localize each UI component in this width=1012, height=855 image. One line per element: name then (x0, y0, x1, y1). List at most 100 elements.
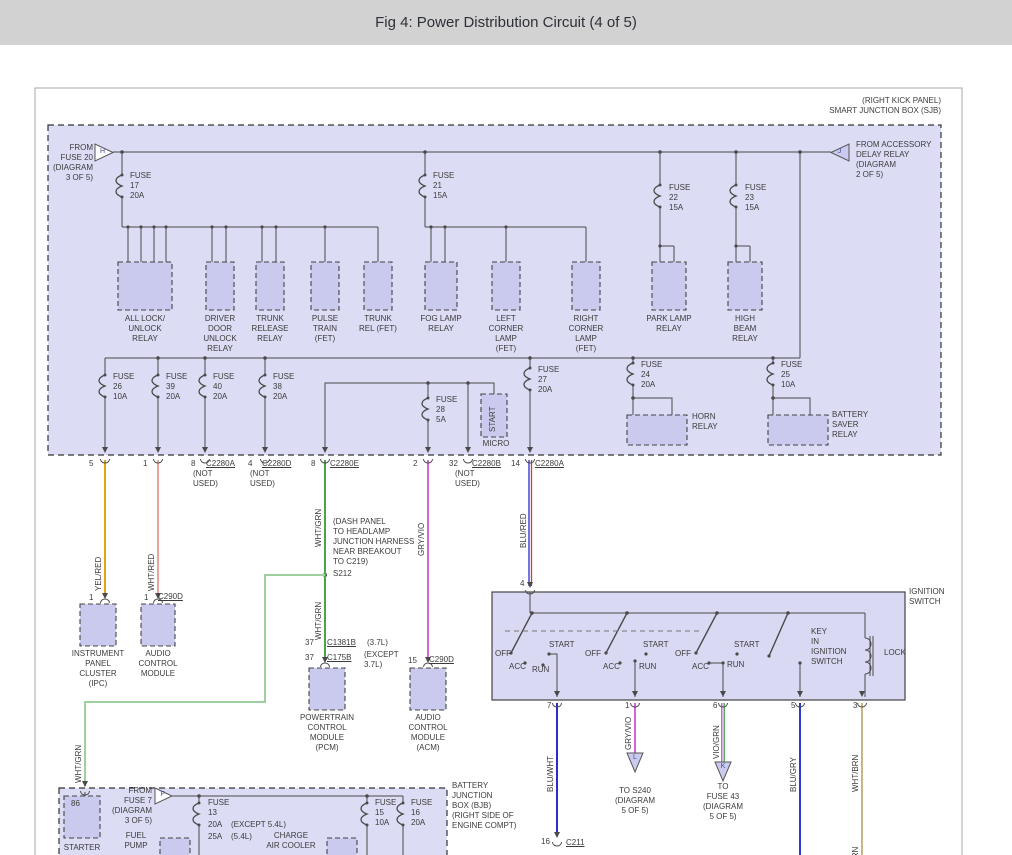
pin-4: 4 (248, 459, 252, 469)
triangle-f-letter: F (156, 791, 169, 798)
conn-c2280a-2: C2280A (535, 459, 564, 469)
pcm-pin-a: 37 (305, 638, 314, 648)
ign-pin-1: 1 (625, 701, 629, 711)
relay-horn-label: HORN RELAY (692, 412, 718, 432)
wiring-diagram-page: Fig 4: Power Distribution Circuit (4 of … (0, 0, 1012, 855)
ign-run-3: RUN (727, 660, 744, 670)
ign-off-2: OFF (585, 649, 601, 659)
micro-label: MICRO (477, 439, 515, 449)
triangle-j-letter: J (833, 148, 846, 155)
relay-high-beam-label: HIGH BEAM RELAY (715, 314, 775, 344)
fuse-13-amp-a-note: (EXCEPT 5.4L) (231, 820, 286, 830)
ipc-pin: 1 (89, 593, 93, 603)
fuse-22-label: FUSE 22 15A (669, 183, 690, 213)
wire-label-wht-brn-2: WHT/BRN (851, 847, 861, 855)
fuel-pump-label: FUEL PUMP (116, 831, 156, 851)
acm-conn: C290D (158, 592, 183, 602)
acm2-name: AUDIO CONTROL MODULE (ACM) (393, 713, 463, 753)
ignition-switch-name: IGNITION SWITCH (909, 587, 945, 607)
fuse-17-label: FUSE 17 20A (130, 171, 151, 201)
relay-park-label: PARK LAMP RELAY (635, 314, 703, 334)
wire-label-blu-wht: BLU/WHT (546, 756, 556, 792)
lock-label: LOCK (884, 648, 906, 658)
pin-32: 32 (449, 459, 458, 469)
ign-acc-2: ACC (603, 662, 620, 672)
wire-label-blu-red: BLU/RED (519, 513, 529, 548)
ign-pin-3: 3 (853, 701, 857, 711)
triangle-h-letter: H (96, 148, 109, 155)
to-s240-label: TO S240 (DIAGRAM 5 OF 5) (605, 786, 665, 816)
pin-8e: 8 (311, 459, 315, 469)
fuse-28-label: FUSE 28 5A (436, 395, 457, 425)
ign-pin-5: 5 (791, 701, 795, 711)
wire-label-wht-grn-3: WHT/GRN (74, 745, 84, 783)
not-used-2: (NOT USED) (250, 469, 275, 489)
wire-label-wht-brn: WHT/BRN (851, 755, 861, 792)
fuse-13-label: FUSE 13 (208, 798, 229, 818)
ign-off-1: OFF (495, 649, 511, 659)
wire-label-wht-grn-1: WHT/GRN (314, 509, 324, 547)
wire-label-gry-vio-2: GRY/VIO (624, 717, 634, 750)
wire-label-gry-vio-1: GRY/VIO (417, 523, 427, 556)
pin-8a: 8 (191, 459, 195, 469)
fuse-23-label: FUSE 23 15A (745, 183, 766, 213)
triangle-k-letter: K (716, 763, 730, 770)
triangle-l-letter: L (628, 754, 642, 761)
relay-all-lock-label: ALL LOCK/ UNLOCK RELAY (108, 314, 182, 344)
fet-left-corner-label: LEFT CORNER LAMP (FET) (476, 314, 536, 354)
wire-label-vio-grn: VIO/GRN (712, 725, 722, 759)
not-used-3: (NOT USED) (455, 469, 480, 489)
wire-label-blu-gry: BLU/GRY (789, 757, 799, 792)
sjb-header: (RIGHT KICK PANEL) SMART JUNCTION BOX (S… (716, 96, 941, 116)
acm2-conn: C290D (429, 655, 454, 665)
pin-14: 14 (511, 459, 520, 469)
ign-off-3: OFF (675, 649, 691, 659)
to-fuse43-label: TO FUSE 43 (DIAGRAM 5 OF 5) (694, 782, 752, 822)
from-fuse7-label: FROM FUSE 7 (DIAGRAM 3 OF 5) (101, 786, 152, 826)
ign-pin-7: 7 (547, 701, 551, 711)
acm2-pin: 15 (408, 656, 417, 666)
pcm-variant-a: (3.7L) (367, 638, 388, 648)
from-accessory-label: FROM ACCESSORY DELAY RELAY (DIAGRAM 2 OF… (856, 140, 931, 180)
ipc-name: INSTRUMENT PANEL CLUSTER (IPC) (63, 649, 133, 689)
fuse-24-label: FUSE 24 20A (641, 360, 662, 390)
fuse-38-label: FUSE 38 20A (273, 372, 294, 402)
splice-s212: S212 (333, 569, 352, 579)
acm-name: AUDIO CONTROL MODULE (127, 649, 189, 679)
conn-c2280e: C2280E (330, 459, 359, 469)
fet-trunk-rel-label: TRUNK REL (FET) (346, 314, 410, 334)
charge-air-cooler-label: CHARGE AIR COOLER (258, 831, 324, 851)
conn-c2280a: C2280A (206, 459, 235, 469)
starter-label: STARTER (57, 843, 107, 853)
relay-battery-saver-label: BATTERY SAVER RELAY (832, 410, 868, 440)
pin-86: 86 (71, 799, 80, 809)
fuse-25-label: FUSE 25 10A (781, 360, 802, 390)
fuse-39-label: FUSE 39 20A (166, 372, 187, 402)
pin-1: 1 (143, 459, 147, 469)
pcm-name: POWERTRAIN CONTROL MODULE (PCM) (292, 713, 362, 753)
c211-pin: 16 (541, 837, 550, 847)
ign-run-2: RUN (639, 662, 656, 672)
fuse-13-amp-b-note: (5.4L) (231, 832, 252, 842)
pcm-pin-b: 37 (305, 653, 314, 663)
conn-c2280b: C2280B (472, 459, 501, 469)
fuse-15-label: FUSE 15 10A (375, 798, 396, 828)
start-switch-label: START (488, 407, 498, 432)
pin-2: 2 (413, 459, 417, 469)
acm-pin: 1 (144, 593, 148, 603)
ign-acc-1: ACC (509, 662, 526, 672)
ign-start-2: START (643, 640, 668, 650)
pcm-conn-a: C1381B (327, 638, 356, 648)
key-in-ignition-label: KEY IN IGNITION SWITCH (811, 627, 847, 667)
fuse-13-amp-b: 25A (208, 832, 222, 842)
splice-note: (DASH PANEL TO HEADLAMP JUNCTION HARNESS… (333, 517, 414, 567)
conn-c2280d: C2280D (262, 459, 291, 469)
pin-5: 5 (89, 459, 93, 469)
wire-label-yel-red: YEL/RED (94, 557, 104, 591)
fuse-26-label: FUSE 26 10A (113, 372, 134, 402)
bjb-header: BATTERY JUNCTION BOX (BJB) (RIGHT SIDE O… (452, 781, 516, 831)
ign-acc-3: ACC (692, 662, 709, 672)
ign-start-3: START (734, 640, 759, 650)
ignition-pin-4: 4 (520, 579, 524, 589)
c211-conn: C211 (566, 838, 585, 848)
